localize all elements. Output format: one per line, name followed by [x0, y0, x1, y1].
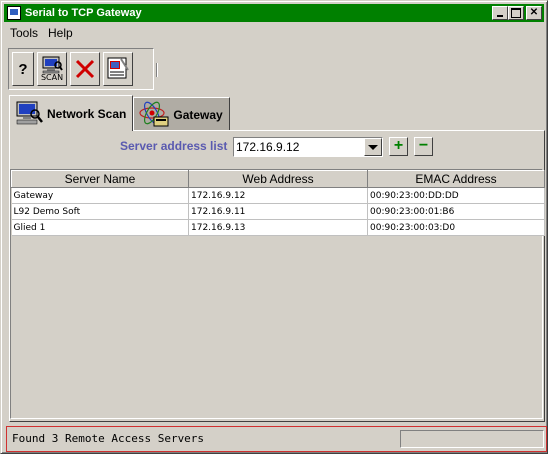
server-address-input[interactable] — [234, 139, 362, 155]
dropdown-arrow-icon[interactable] — [364, 138, 382, 156]
cell-emac-address: 00:90:23:00:03:D0 — [367, 219, 545, 236]
add-server-button[interactable]: + — [389, 137, 408, 156]
server-table: Server Name Web Address EMAC Address Gat… — [11, 170, 545, 236]
app-icon — [7, 6, 21, 20]
tab-gateway[interactable]: Gateway — [133, 97, 230, 131]
cell-web-address: 172.16.9.11 — [188, 203, 368, 220]
window-title: Serial to TCP Gateway — [25, 7, 142, 19]
delete-button[interactable] — [70, 52, 100, 86]
table-row[interactable]: L92 Demo Soft 172.16.9.11 00:90:23:00:01… — [11, 203, 545, 220]
window-controls — [492, 6, 542, 20]
status-progress-field — [400, 430, 544, 448]
server-address-label: Server address list — [120, 139, 228, 153]
table-header-row: Server Name Web Address EMAC Address — [11, 170, 545, 188]
settings-document-icon — [107, 57, 129, 79]
column-header-server-name[interactable]: Server Name — [11, 170, 189, 188]
help-label: ? — [18, 60, 28, 78]
gateway-icon — [139, 101, 169, 126]
tab-strip: Network Scan Gateway — [9, 95, 230, 131]
network-scan-icon — [16, 101, 43, 124]
menu-tools-label: Tools — [10, 26, 39, 40]
scan-label: SCAN — [40, 73, 64, 82]
toolbar-grip[interactable] — [156, 63, 158, 77]
menu-help-label: Help — [48, 26, 73, 40]
tab-gateway-label: Gateway — [173, 107, 223, 122]
title-bar[interactable]: Serial to TCP Gateway — [4, 4, 544, 22]
red-x-icon — [75, 59, 95, 79]
cell-server-name: Gateway — [11, 187, 189, 204]
table-row[interactable]: Glied 1 172.16.9.13 00:90:23:00:03:D0 — [11, 219, 545, 236]
close-window-button[interactable] — [526, 6, 542, 20]
tab-network-scan[interactable]: Network Scan — [9, 95, 134, 131]
cell-web-address: 172.16.9.13 — [188, 219, 368, 236]
server-table-container: Server Name Web Address EMAC Address Gat… — [10, 169, 545, 419]
minimize-button[interactable] — [492, 6, 508, 20]
column-header-web-address[interactable]: Web Address — [188, 170, 368, 188]
cell-server-name: L92 Demo Soft — [11, 203, 189, 220]
main-window: Serial to TCP Gateway Tools Help ? SCAN — [0, 0, 548, 454]
configure-button[interactable] — [103, 52, 133, 86]
server-address-combo[interactable] — [233, 137, 383, 157]
menu-bar: Tools Help — [5, 25, 78, 43]
tab-network-scan-label: Network Scan — [47, 106, 127, 121]
scan-computer-icon — [42, 56, 63, 74]
scan-button[interactable]: SCAN — [37, 52, 67, 86]
status-text: Found 3 Remote Access Servers — [12, 432, 205, 445]
cell-emac-address: 00:90:23:00:DD:DD — [367, 187, 545, 204]
table-row[interactable]: Gateway 172.16.9.12 00:90:23:00:DD:DD — [11, 187, 545, 204]
status-bar: Found 3 Remote Access Servers — [6, 426, 547, 452]
cell-emac-address: 00:90:23:00:01:B6 — [367, 203, 545, 220]
cell-server-name: Glied 1 — [11, 219, 189, 236]
help-button[interactable]: ? — [12, 52, 34, 86]
toolbar: ? SCAN — [8, 48, 158, 90]
menu-tools[interactable]: Tools — [5, 25, 43, 43]
column-header-emac-address[interactable]: EMAC Address — [367, 170, 545, 188]
maximize-button[interactable] — [508, 6, 524, 20]
cell-web-address: 172.16.9.12 — [188, 187, 368, 204]
menu-help[interactable]: Help — [43, 25, 78, 43]
remove-server-button[interactable]: − — [414, 137, 433, 156]
